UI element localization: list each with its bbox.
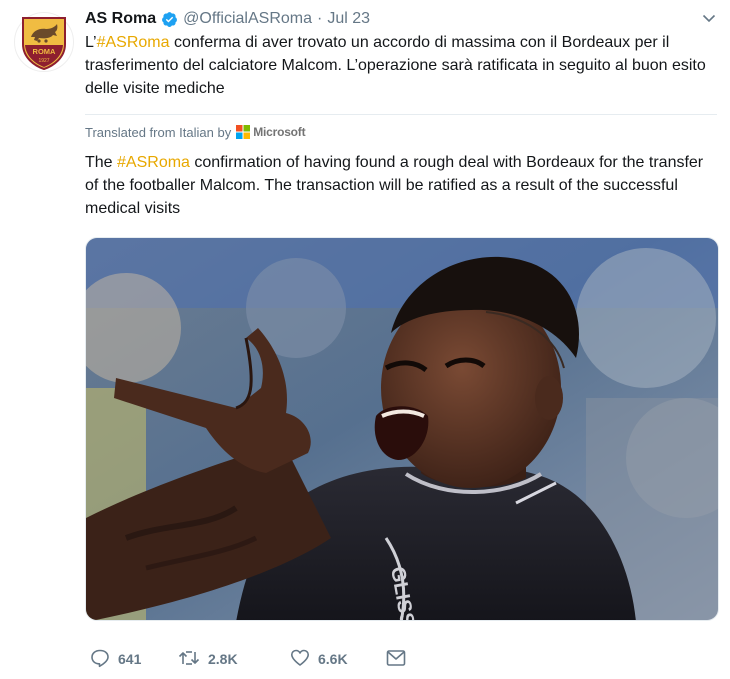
divider: [85, 114, 717, 115]
retweet-button[interactable]: 2.8K: [178, 648, 290, 670]
translated-text: The #ASRoma confirmation of having found…: [85, 151, 717, 220]
like-button[interactable]: 6.6K: [290, 648, 386, 670]
tweet-actions: 641 2.8K 6.6K: [90, 648, 406, 670]
chevron-down-icon[interactable]: [701, 10, 717, 26]
author-name[interactable]: AS Roma: [85, 10, 156, 28]
translation-hashtag-link[interactable]: #ASRoma: [117, 154, 190, 171]
tweet-text-body: conferma di aver trovato un accordo di m…: [85, 34, 706, 97]
tweet-date[interactable]: Jul 23: [327, 10, 370, 28]
separator-dot: ·: [317, 10, 323, 27]
tweet-text-prefix: L’: [85, 34, 97, 51]
translation-prefix: The: [85, 154, 118, 171]
reply-icon: [90, 648, 110, 671]
translated-from-label: Translated from Italian by: [85, 124, 232, 140]
crest-text: ROMA: [33, 47, 56, 56]
player-celebration-image: GLISSE: [86, 238, 718, 620]
tweet[interactable]: ROMA 1927 AS Roma @OfficialASRoma · Jul …: [0, 0, 730, 679]
tweet-photo[interactable]: GLISSE: [85, 237, 719, 621]
crest-year: 1927: [38, 58, 49, 64]
as-roma-crest-icon: ROMA 1927: [22, 17, 66, 70]
microsoft-logo-icon: [236, 125, 251, 139]
hashtag-link[interactable]: #ASRoma: [97, 34, 170, 51]
tweet-header: AS Roma @OfficialASRoma · Jul 23: [85, 8, 717, 30]
tweet-content: AS Roma @OfficialASRoma · Jul 23 L’#ASRo…: [85, 8, 719, 621]
tweet-text: L’#ASRoma conferma di aver trovato un ac…: [85, 31, 717, 100]
author-handle[interactable]: @OfficialASRoma: [183, 10, 312, 28]
translation-attribution: Translated from Italian by Microsoft: [85, 123, 717, 141]
avatar[interactable]: ROMA 1927: [14, 12, 74, 72]
retweet-icon: [178, 648, 200, 671]
reply-button[interactable]: 641: [90, 648, 178, 670]
heart-icon: [290, 648, 310, 671]
verified-badge-icon: [161, 11, 178, 28]
envelope-icon: [386, 649, 406, 670]
direct-message-button[interactable]: [386, 648, 406, 670]
retweet-count: 2.8K: [208, 651, 238, 667]
translator-name: Microsoft: [253, 125, 306, 139]
reply-count: 641: [118, 651, 142, 667]
like-count: 6.6K: [318, 651, 348, 667]
